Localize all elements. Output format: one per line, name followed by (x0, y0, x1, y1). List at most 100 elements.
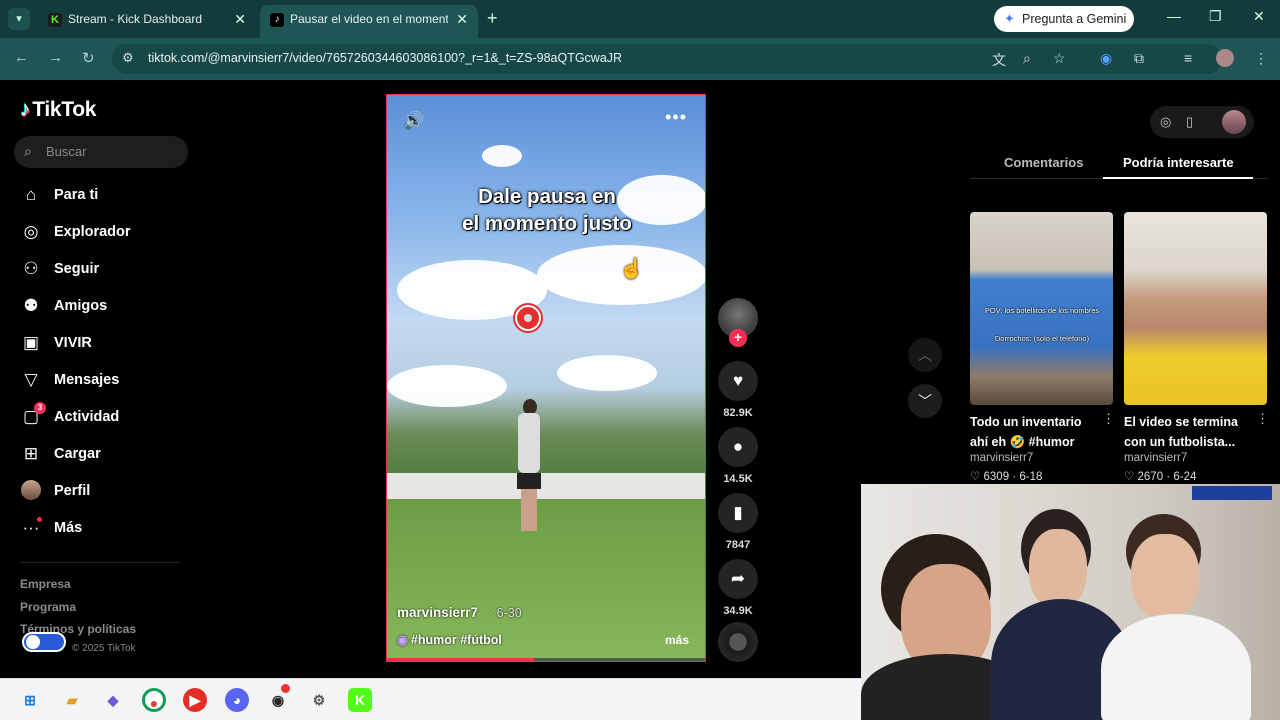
volume-icon[interactable]: 🔊 (403, 111, 424, 131)
nav-label: Explorador (54, 224, 131, 240)
logo-text: TikTok (32, 98, 97, 121)
settings-gear-icon[interactable]: ⚙ (307, 688, 331, 712)
card-title[interactable]: El video se termina con un futbolista... (1124, 412, 1252, 452)
video-author[interactable]: marvinsierr7 (397, 605, 478, 620)
card-date: 6-18 (1019, 471, 1043, 483)
overlay-line-2: el momento justo (462, 212, 632, 235)
video-overlay-text: Dale pausa en el momento justo (387, 183, 705, 237)
file-explorer-icon[interactable]: ▰ (60, 688, 84, 712)
card-date: 6-24 (1173, 471, 1197, 483)
user-avatar[interactable] (1222, 110, 1246, 134)
translate-icon[interactable]: 文 (992, 50, 1006, 70)
back-arrow-icon[interactable]: ← (14, 49, 29, 66)
chevron-up-icon[interactable]: ︿ (908, 338, 942, 372)
close-icon[interactable]: ✕ (234, 5, 246, 33)
avatar (21, 480, 41, 500)
nav-label: Más (54, 520, 83, 536)
media-player-icon[interactable]: ▶ (183, 688, 207, 712)
browser-menu-icon[interactable]: ⋮ (1254, 50, 1268, 67)
card-author[interactable]: marvinsierr7 (970, 452, 1033, 464)
app-icon[interactable]: ◆ (101, 688, 125, 712)
extension-icon[interactable]: ◉ (1100, 50, 1112, 67)
chevron-down-icon[interactable]: ﹀ (908, 384, 942, 418)
nav-item-seguir[interactable]: ⚇ Seguir (20, 256, 190, 286)
video-player[interactable]: 🔊 ••• Dale pausa en el momento justo mar… (386, 94, 706, 662)
video-hashtags[interactable]: ◉ #humor #fútbol (397, 632, 502, 647)
device-icon[interactable]: ▯ (1186, 114, 1193, 130)
footer-link-programa[interactable]: Programa (20, 600, 76, 614)
hand-cursor-icon: ☝ (619, 258, 644, 280)
video-thumbnail[interactable] (1124, 212, 1267, 405)
media-control-icon[interactable]: ≡ (1184, 50, 1192, 66)
like-heart-icon[interactable]: ♥ (718, 361, 758, 401)
new-tab-plus-icon[interactable]: + (487, 8, 498, 29)
following-icon: ⚇ (23, 259, 39, 278)
reload-icon[interactable]: ↻ (82, 49, 95, 67)
tab-title: Stream - Kick Dashboard (68, 12, 203, 26)
top-right-icons: ◎ ▯ (1150, 106, 1254, 138)
nav-item-actividad[interactable]: ▢ 3 Actividad (20, 402, 190, 434)
share-arrow-icon[interactable]: ➦ (718, 559, 758, 599)
zoom-icon[interactable]: ⌕ (1023, 50, 1031, 67)
footer-link-empresa[interactable]: Empresa (20, 577, 71, 591)
tab-comentarios[interactable]: Comentarios (1004, 155, 1083, 170)
ask-gemini-button[interactable]: ✦ Pregunta a Gemini (994, 6, 1134, 32)
card-title[interactable]: Todo un inventario ahí eh 🤣 #humor (970, 412, 1098, 452)
forward-arrow-icon[interactable]: → (48, 49, 63, 66)
profile-avatar[interactable] (1216, 49, 1234, 67)
follow-plus-icon[interactable]: + (729, 329, 747, 347)
nav-item-cargar[interactable]: ⊞ Cargar (20, 441, 190, 471)
video-thumbnail[interactable]: POV: los botellitos de los nombres Dorro… (970, 212, 1113, 405)
video-progress-fill (387, 658, 535, 661)
video-progress-bar[interactable] (387, 658, 705, 661)
tiktok-icon: ♪ (270, 13, 284, 27)
tab-tiktok-video[interactable]: ♪ Pausar el video en el momento ✕ (260, 5, 478, 38)
minimize-icon[interactable]: — (1167, 8, 1181, 24)
stream-toggle[interactable] (22, 632, 66, 652)
tab-title: Pausar el video en el momento (290, 12, 448, 26)
bookmark-icon[interactable]: ▮ (718, 493, 758, 533)
nav-item-mas[interactable]: ··· Más (20, 515, 190, 545)
card-author[interactable]: marvinsierr7 (1124, 452, 1187, 464)
nav-item-explorador[interactable]: ◎ Explorador (20, 219, 190, 249)
compass-icon[interactable]: ◎ (1160, 114, 1171, 130)
nav-item-perfil[interactable]: Perfil (20, 478, 190, 508)
restore-icon[interactable]: ❐ (1209, 8, 1222, 25)
cloud (557, 355, 657, 391)
cloud (482, 145, 522, 167)
search-icon: ⌕ (24, 143, 32, 159)
close-icon[interactable]: ✕ (456, 5, 468, 33)
search-input[interactable]: ⌕ Buscar (14, 136, 188, 168)
nav-item-vivir[interactable]: ▣ VIVIR (20, 330, 190, 360)
url-text: tiktok.com/@marvinsierr7/video/765726034… (148, 51, 623, 65)
tab-search-icon[interactable]: ▾ (8, 8, 30, 30)
bookmark-star-icon[interactable]: ☆ (1053, 50, 1066, 67)
tab-kick-dashboard[interactable]: K Stream - Kick Dashboard ✕ (38, 5, 256, 38)
more-options-icon[interactable]: ••• (665, 107, 687, 128)
caption-more-button[interactable]: más (665, 633, 689, 647)
kebab-menu-icon[interactable]: ⋮ (1256, 411, 1269, 427)
nav-divider (20, 562, 180, 563)
windows-start-icon[interactable]: ⊞ (18, 688, 42, 712)
site-info-icon[interactable]: ⚙ (122, 50, 134, 66)
upload-icon: ⊞ (23, 444, 39, 463)
extensions-puzzle-icon[interactable]: ⧉ (1134, 50, 1144, 67)
music-disc-icon[interactable] (718, 622, 758, 662)
chrome-icon[interactable]: ● (142, 688, 166, 712)
discord-icon[interactable]: ◕ (225, 688, 249, 712)
tiktok-logo[interactable]: ♪TikTok (20, 98, 96, 122)
nav-item-amigos[interactable]: ⚉ Amigos (20, 293, 190, 323)
person-legs (521, 489, 537, 531)
window-close-icon[interactable]: ✕ (1253, 8, 1265, 25)
comment-bubble-icon[interactable]: ● (718, 427, 758, 467)
nav-item-mensajes[interactable]: ▽ Mensajes (20, 367, 190, 397)
kebab-menu-icon[interactable]: ⋮ (1102, 411, 1115, 427)
nav-item-para-ti[interactable]: ⌂ Para ti (20, 182, 190, 212)
kick-icon[interactable]: K (348, 688, 372, 712)
background-monitor (1192, 486, 1272, 500)
tab-podria-interesarte[interactable]: Podría interesarte (1123, 155, 1234, 170)
comment-count: 14.5K (723, 473, 753, 485)
address-toolbar: ← → ↻ ⚙ tiktok.com/@marvinsierr7/video/7… (0, 38, 1280, 80)
video-date: · 6-30 (489, 606, 522, 620)
home-icon: ⌂ (25, 185, 37, 204)
